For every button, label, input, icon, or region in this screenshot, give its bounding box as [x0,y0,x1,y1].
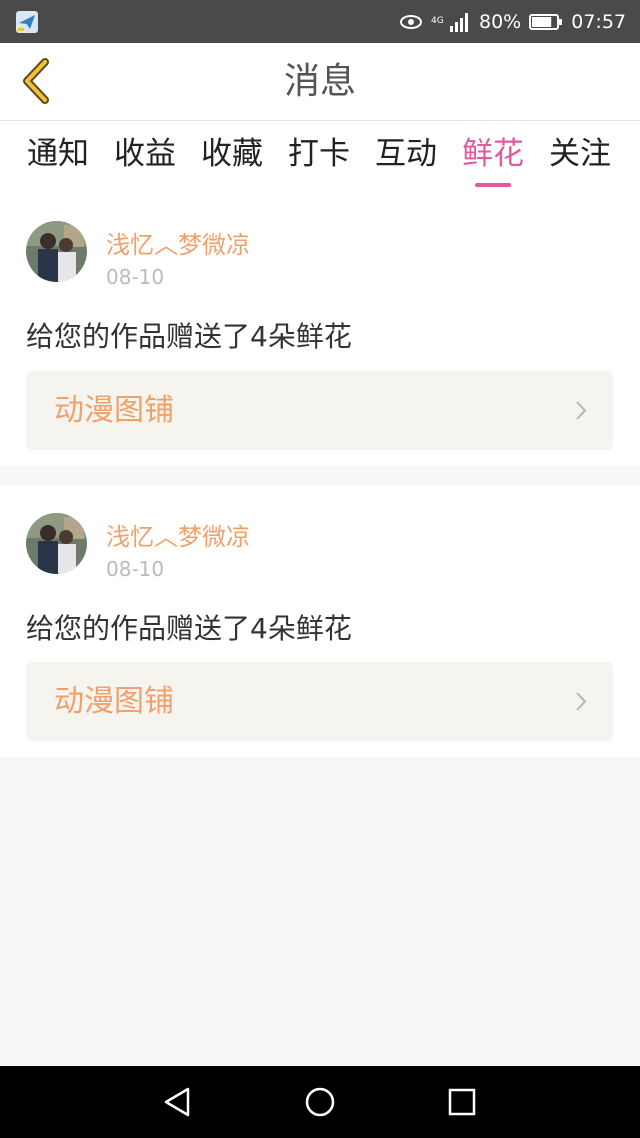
avatar[interactable] [26,221,87,282]
tab-bar: 通知 收益 收藏 打卡 互动 鲜花 关注 [0,121,640,201]
message-date: 08-10 [106,265,165,289]
tab-label: 通知 [27,136,89,172]
tab-follow[interactable]: 关注 [537,121,623,201]
tab-checkin[interactable]: 打卡 [276,121,362,201]
tab-notify[interactable]: 通知 [15,121,101,201]
tab-label: 打卡 [288,136,350,172]
chevron-right-icon [576,401,587,420]
home-circle-icon[interactable] [304,1086,336,1118]
signal-icon [450,12,468,32]
tab-earnings[interactable]: 收益 [102,121,188,201]
back-triangle-icon[interactable] [162,1086,194,1118]
system-nav-bar [0,1066,640,1138]
message-text: 给您的作品赠送了4朵鲜花 [26,320,352,353]
network-type: 4G [431,16,444,26]
tab-label: 收藏 [201,136,263,172]
work-link[interactable]: 动漫图铺 [26,371,613,450]
chevron-right-icon [576,692,587,711]
recents-square-icon[interactable] [446,1086,478,1118]
app-header: 消息 [0,43,640,121]
tab-label: 关注 [549,136,611,172]
tab-flowers[interactable]: 鲜花 [450,121,536,201]
battery-percent: 80% [479,10,522,33]
tab-label: 鲜花 [462,136,524,172]
tab-interaction[interactable]: 互动 [363,121,449,201]
active-tab-indicator [475,183,511,187]
work-link[interactable]: 动漫图铺 [26,662,613,741]
status-bar: 4G 80% 07:57 [0,0,640,43]
clock: 07:57 [571,10,626,33]
sender-name[interactable]: 浅忆︿梦微凉 [106,225,250,260]
eye-icon [400,14,422,29]
message-card: 浅忆︿梦微凉 08-10 给您的作品赠送了4朵鲜花 动漫图铺 [0,201,640,466]
page-title: 消息 [283,61,356,102]
tab-label: 互动 [375,136,437,172]
sender-name[interactable]: 浅忆︿梦微凉 [106,517,250,552]
message-date: 08-10 [106,557,165,581]
avatar[interactable] [26,513,87,574]
message-text: 给您的作品赠送了4朵鲜花 [26,612,352,645]
work-title: 动漫图铺 [54,684,174,719]
app-notification-icon [16,11,38,33]
message-card: 浅忆︿梦微凉 08-10 给您的作品赠送了4朵鲜花 动漫图铺 [0,485,640,757]
battery-icon [529,13,563,30]
tab-favorites[interactable]: 收藏 [189,121,275,201]
work-title: 动漫图铺 [54,393,174,428]
tab-label: 收益 [114,136,176,172]
